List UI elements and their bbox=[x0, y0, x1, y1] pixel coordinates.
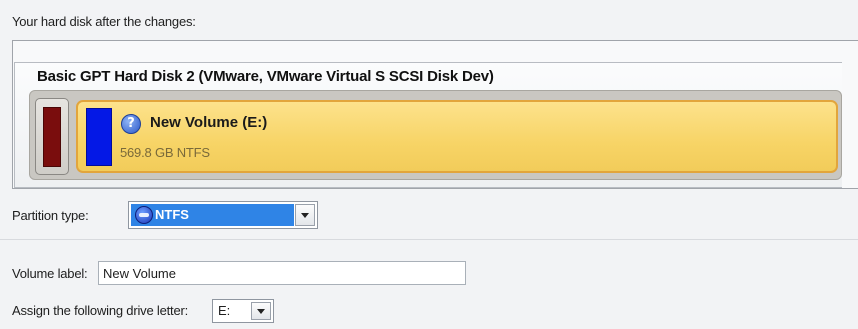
volume-partition-tile[interactable] bbox=[76, 100, 838, 173]
disk-title: Basic GPT Hard Disk 2 (VMware, VMware Vi… bbox=[37, 68, 494, 85]
unallocated-usage-bar bbox=[43, 107, 61, 167]
volume-usage-bar bbox=[86, 108, 112, 166]
partition-type-select[interactable]: NTFS bbox=[128, 201, 318, 229]
partition-type-label: Partition type: bbox=[12, 208, 89, 223]
volume-label-input[interactable] bbox=[98, 261, 466, 285]
help-icon[interactable]: ? bbox=[121, 114, 141, 134]
ntfs-filesystem-icon bbox=[135, 206, 153, 224]
drive-letter-label: Assign the following drive letter: bbox=[12, 303, 189, 318]
partition-type-value: NTFS bbox=[155, 207, 189, 222]
section-caption: Your hard disk after the changes: bbox=[12, 14, 196, 29]
volume-label-label: Volume label: bbox=[12, 266, 88, 281]
volume-size-filesystem: 569.8 GB NTFS bbox=[120, 145, 210, 160]
divider bbox=[0, 239, 858, 240]
chevron-down-icon[interactable] bbox=[251, 302, 271, 320]
partition-type-selected-item: NTFS bbox=[131, 204, 294, 226]
drive-letter-value: E: bbox=[218, 303, 231, 318]
chevron-down-icon[interactable] bbox=[295, 204, 315, 226]
drive-letter-select[interactable]: E: bbox=[212, 299, 274, 323]
volume-name: New Volume (E:) bbox=[150, 114, 268, 131]
